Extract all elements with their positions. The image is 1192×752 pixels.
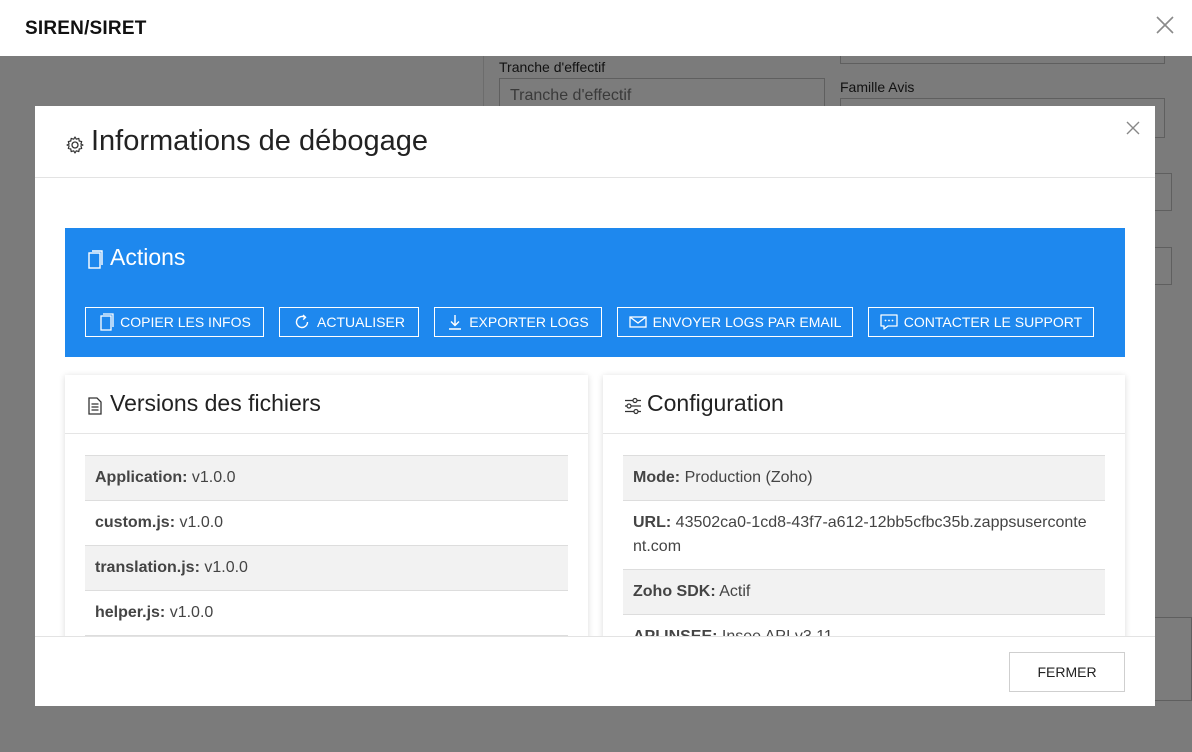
email-logs-button[interactable]: ENVOYER LOGS PAR EMAIL bbox=[617, 307, 853, 337]
copy-info-button[interactable]: COPIER LES INFOS bbox=[85, 307, 264, 337]
copy-info-label: COPIER LES INFOS bbox=[120, 314, 251, 330]
version-value: v1.0.0 bbox=[169, 604, 214, 621]
background-divider bbox=[483, 56, 484, 106]
versions-card: Versions des fichiers Application: v1.0.… bbox=[65, 375, 588, 636]
config-key: Zoho SDK: bbox=[633, 583, 716, 600]
export-logs-label: EXPORTER LOGS bbox=[469, 314, 589, 330]
version-value: v1.0.0 bbox=[204, 559, 248, 576]
version-row: translation.js: v1.0.0 bbox=[85, 545, 568, 591]
export-logs-button[interactable]: EXPORTER LOGS bbox=[434, 307, 602, 337]
modal-title: Informations de débogage bbox=[91, 125, 428, 157]
versions-card-header: Versions des fichiers bbox=[65, 375, 588, 434]
version-row: Application: v1.0.0 bbox=[85, 455, 568, 501]
version-key: helper.js: bbox=[95, 604, 166, 621]
contact-support-button[interactable]: CONTACTER LE SUPPORT bbox=[868, 307, 1094, 337]
modal-header: Informations de débogage bbox=[35, 106, 1155, 178]
version-value: v1.0.0 bbox=[179, 514, 224, 531]
background-panel bbox=[1150, 617, 1192, 701]
config-key: Mode: bbox=[633, 469, 681, 486]
modal-footer: FERMER bbox=[35, 636, 1155, 706]
copy-icon bbox=[86, 249, 104, 271]
configuration-title: Configuration bbox=[647, 390, 784, 416]
config-row: Mode: Production (Zoho) bbox=[623, 455, 1105, 501]
background-textarea bbox=[840, 56, 1165, 64]
config-row: Zoho SDK: Actif bbox=[623, 569, 1105, 615]
version-value: v1.0.0 bbox=[191, 469, 236, 486]
config-key: URL: bbox=[633, 514, 672, 531]
gear-icon bbox=[65, 135, 85, 155]
config-value: 43502ca0-1cd8-43f7-a612-12bb5cfbc35b.zap… bbox=[633, 514, 1087, 555]
actions-panel: Actions COPIER LES INFOS ACTUALISER EXPO… bbox=[65, 228, 1125, 357]
sliders-icon bbox=[624, 397, 642, 420]
close-icon[interactable] bbox=[1125, 120, 1141, 136]
configuration-card: Configuration Mode: Production (Zoho) UR… bbox=[603, 375, 1125, 636]
copy-icon bbox=[100, 313, 114, 331]
config-key: API INSEE: bbox=[633, 628, 717, 636]
version-key: Application: bbox=[95, 469, 188, 486]
page-title: SIREN/SIRET bbox=[25, 18, 147, 39]
contact-support-label: CONTACTER LE SUPPORT bbox=[903, 314, 1083, 330]
famille-label: Famille Avis bbox=[840, 79, 915, 95]
download-icon bbox=[449, 315, 462, 330]
version-key: custom.js: bbox=[95, 514, 176, 531]
email-logs-label: ENVOYER LOGS PAR EMAIL bbox=[652, 314, 842, 330]
config-value: Actif bbox=[719, 583, 751, 600]
configuration-card-header: Configuration bbox=[603, 375, 1125, 434]
config-row: API INSEE: Insee API v3.11 bbox=[623, 614, 1105, 636]
versions-title: Versions des fichiers bbox=[110, 390, 321, 416]
debug-modal: Informations de débogage Actions COPIER … bbox=[35, 106, 1155, 706]
modal-body[interactable]: Actions COPIER LES INFOS ACTUALISER EXPO… bbox=[35, 179, 1155, 636]
config-value: Insee API v3.11 bbox=[722, 628, 833, 636]
page-header: SIREN/SIRET bbox=[0, 0, 1192, 56]
refresh-icon bbox=[295, 314, 309, 329]
version-row: helper.js: v1.0.0 bbox=[85, 590, 568, 636]
chat-icon bbox=[880, 314, 898, 330]
close-button[interactable]: FERMER bbox=[1009, 652, 1125, 692]
config-row: URL: 43502ca0-1cd8-43f7-a612-12bb5cfbc35… bbox=[623, 500, 1105, 570]
version-row: custom.js: v1.0.0 bbox=[85, 500, 568, 546]
actions-title: Actions bbox=[110, 244, 186, 270]
refresh-button[interactable]: ACTUALISER bbox=[279, 307, 419, 337]
mail-icon bbox=[628, 316, 647, 328]
refresh-label: ACTUALISER bbox=[317, 314, 405, 330]
document-icon bbox=[87, 397, 103, 420]
close-icon[interactable] bbox=[1154, 14, 1176, 36]
version-key: translation.js: bbox=[95, 559, 200, 576]
config-value: Production (Zoho) bbox=[684, 469, 813, 486]
tranche-label: Tranche d'effectif bbox=[499, 59, 606, 75]
